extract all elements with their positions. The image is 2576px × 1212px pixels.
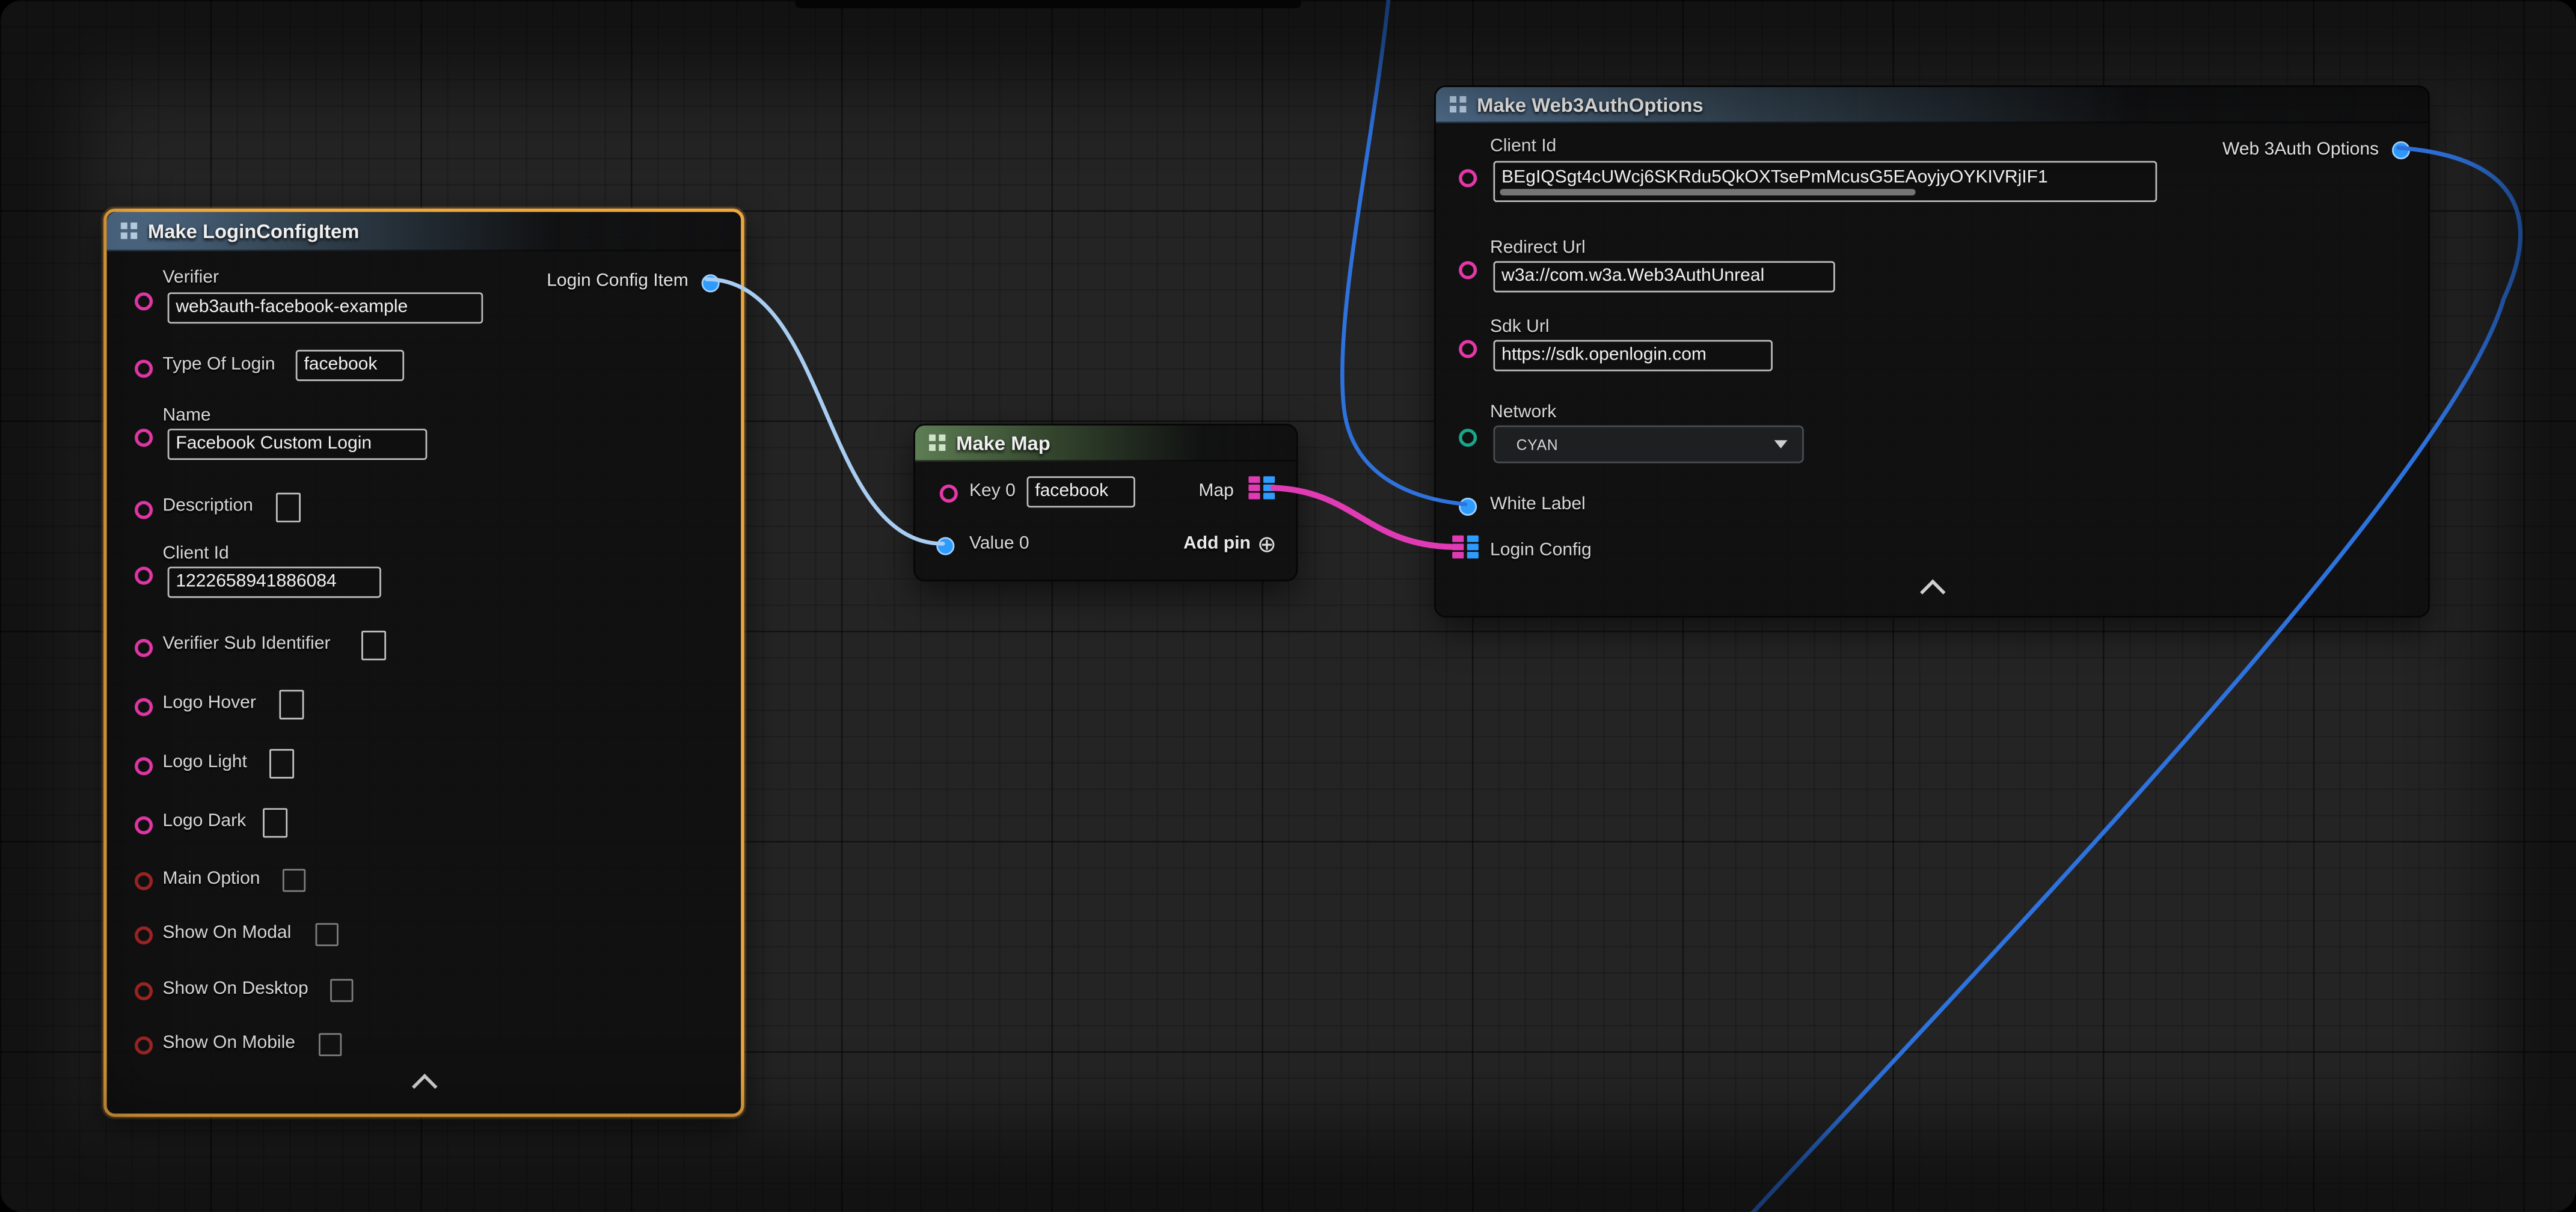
- network-dropdown-value: CYAN: [1516, 436, 1559, 452]
- field-label: Verifier Sub Identifier: [162, 634, 330, 654]
- pin-description[interactable]: [135, 501, 153, 519]
- pin-key-0[interactable]: [940, 485, 958, 503]
- field-label: Main Option: [162, 869, 260, 889]
- field-label: Client Id: [162, 543, 228, 563]
- output-pin-label: Web 3Auth Options: [2222, 139, 2379, 159]
- sdk-url-input[interactable]: https://sdk.openlogin.com: [1493, 340, 1772, 372]
- verifier-sub-identifier-input[interactable]: [361, 631, 386, 660]
- node-make-web3authoptions[interactable]: Make Web3AuthOptions Web 3Auth Options C…: [1434, 85, 2430, 617]
- field-label: Login Config: [1490, 540, 1592, 560]
- node-header[interactable]: Make Web3AuthOptions: [1436, 87, 2428, 123]
- field-label: Logo Hover: [162, 693, 256, 713]
- field-label: Network: [1490, 402, 1556, 422]
- pin-sdk-url[interactable]: [1459, 340, 1477, 358]
- field-label: Description: [162, 496, 253, 516]
- node-title: Make LoginConfigItem: [148, 219, 360, 242]
- pin-value-0[interactable]: [936, 537, 954, 555]
- blueprint-graph-canvas[interactable]: Make LoginConfigItem Login Config Item V…: [0, 0, 2576, 1212]
- collapse-node-button[interactable]: [412, 1074, 438, 1100]
- add-pin-icon: ⊕: [1257, 532, 1277, 555]
- pin-verifier[interactable]: [135, 292, 153, 310]
- key-label: Key 0: [969, 482, 1016, 501]
- pin-name[interactable]: [135, 429, 153, 447]
- wire-map-to-loginconfig[interactable]: [1273, 488, 1457, 546]
- node-make-map[interactable]: Make Map Key 0 facebook Map Value 0 Add …: [913, 424, 1298, 581]
- output-pin-label: Login Config Item: [547, 271, 688, 291]
- redirect-url-input[interactable]: w3a://com.w3a.Web3AuthUnreal: [1493, 261, 1835, 292]
- node-make-loginconfigitem[interactable]: Make LoginConfigItem Login Config Item V…: [103, 209, 744, 1117]
- make-struct-icon: [1449, 95, 1467, 113]
- field-label: Type Of Login: [162, 355, 275, 375]
- field-label: Sdk Url: [1490, 317, 1550, 337]
- pin-white-label[interactable]: [1459, 498, 1477, 516]
- pin-login-config[interactable]: [1452, 536, 1480, 560]
- pin-logo-light[interactable]: [135, 757, 153, 775]
- pin-logo-dark[interactable]: [135, 816, 153, 834]
- pin-redirect-url[interactable]: [1459, 261, 1477, 279]
- pin-type-of-login[interactable]: [135, 360, 153, 378]
- pin-show-on-mobile[interactable]: [135, 1036, 153, 1054]
- node-title: Make Map: [956, 431, 1050, 454]
- pin-web3auth-options-output[interactable]: [2392, 141, 2410, 159]
- screenshot-viewport: Make LoginConfigItem Login Config Item V…: [0, 0, 2576, 1212]
- field-label: Logo Dark: [162, 812, 246, 831]
- key-0-input[interactable]: facebook: [1027, 476, 1135, 507]
- pin-client-id[interactable]: [135, 567, 153, 585]
- add-pin-button[interactable]: Add pin ⊕: [1183, 532, 1277, 555]
- pin-main-option[interactable]: [135, 872, 153, 890]
- pin-verifier-sub-identifier[interactable]: [135, 639, 153, 657]
- make-struct-icon: [120, 222, 138, 240]
- field-label: Logo Light: [162, 752, 247, 772]
- logo-dark-input[interactable]: [263, 808, 287, 837]
- make-map-icon: [928, 433, 946, 451]
- node-title: Make Web3AuthOptions: [1477, 93, 1703, 115]
- node-header[interactable]: Make LoginConfigItem: [107, 212, 741, 251]
- network-dropdown[interactable]: CYAN: [1493, 426, 1803, 464]
- show-on-modal-checkbox[interactable]: [316, 923, 339, 946]
- name-input[interactable]: Facebook Custom Login: [168, 429, 428, 460]
- logo-light-input[interactable]: [269, 749, 294, 779]
- field-label: Redirect Url: [1490, 238, 1586, 258]
- chevron-down-icon: [1774, 440, 1788, 448]
- show-on-desktop-checkbox[interactable]: [330, 979, 353, 1002]
- node-header[interactable]: Make Map: [915, 426, 1296, 462]
- description-input[interactable]: [276, 493, 301, 522]
- main-option-checkbox[interactable]: [283, 869, 305, 892]
- pin-map-output[interactable]: [1248, 476, 1276, 501]
- add-pin-label: Add pin: [1183, 534, 1251, 554]
- client-id-input[interactable]: 1222658941886084: [168, 567, 381, 598]
- pin-show-on-desktop[interactable]: [135, 982, 153, 1000]
- field-label: Show On Mobile: [162, 1033, 295, 1053]
- offscreen-node-edge: [795, 0, 1301, 8]
- field-label: Name: [162, 406, 210, 426]
- field-label: Show On Desktop: [162, 979, 308, 999]
- client-id-value: BEgIQSgt4cUWcj6SKRdu5QkOXTsePmMcusG5EAoy…: [1501, 168, 2048, 188]
- value-label: Value 0: [969, 534, 1029, 554]
- client-id-scrollbar[interactable]: [1500, 189, 1916, 195]
- field-label: Show On Modal: [162, 923, 291, 943]
- client-id-input[interactable]: BEgIQSgt4cUWcj6SKRdu5QkOXTsePmMcusG5EAoy…: [1493, 161, 2157, 202]
- field-label: White Label: [1490, 494, 1586, 514]
- map-output-label: Map: [1198, 482, 1233, 501]
- field-label: Verifier: [162, 268, 219, 287]
- show-on-mobile-checkbox[interactable]: [319, 1033, 342, 1056]
- field-label: Client Id: [1490, 136, 1556, 156]
- collapse-node-button[interactable]: [1920, 580, 1946, 605]
- pin-login-config-item-output[interactable]: [702, 274, 720, 292]
- pin-network[interactable]: [1459, 429, 1477, 447]
- type-of-login-input[interactable]: facebook: [296, 350, 404, 381]
- pin-logo-hover[interactable]: [135, 698, 153, 716]
- verifier-input[interactable]: web3auth-facebook-example: [168, 292, 483, 323]
- pin-show-on-modal[interactable]: [135, 926, 153, 944]
- logo-hover-input[interactable]: [279, 690, 304, 719]
- pin-client-id[interactable]: [1459, 169, 1477, 187]
